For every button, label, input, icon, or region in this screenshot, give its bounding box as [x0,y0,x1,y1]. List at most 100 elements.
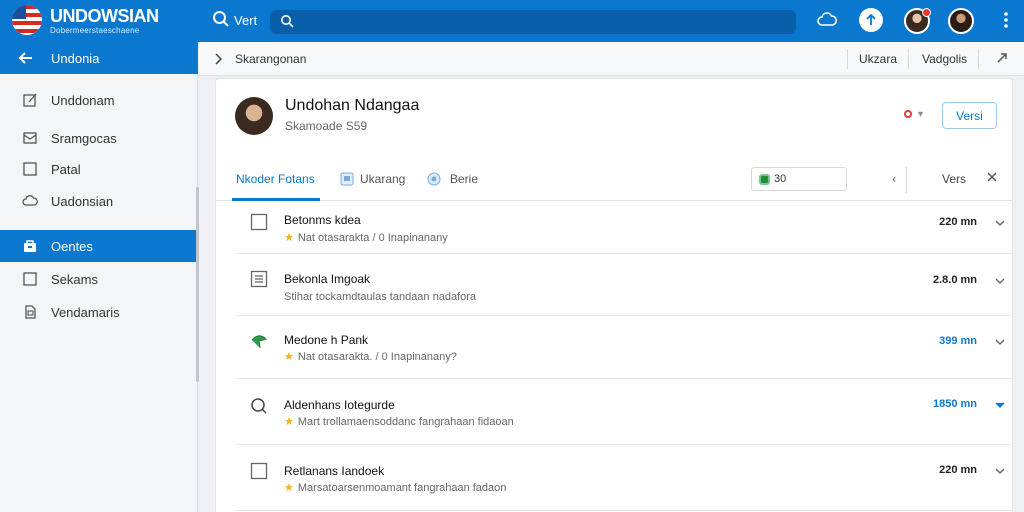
tab-vers[interactable]: Vers [942,172,966,186]
sidebar-header-label: Undonia [51,51,100,66]
list-item-value: 220 mn [939,464,977,476]
plant-icon [250,332,268,350]
list-item-title: Betonms kdea [284,213,361,227]
chevron-down-icon[interactable] [994,335,1006,353]
breadcrumb: Skarangonan Ukzara Vadgolis [199,42,1024,76]
sidebar-item-label: Oentes [51,239,93,254]
chevron-down-icon[interactable] [994,398,1006,416]
square-icon [22,161,38,177]
toolbar-action-ukzara[interactable]: Ukzara [859,52,897,66]
circle-icon [427,172,441,191]
chevron-left-icon[interactable]: ‹ [892,171,896,186]
sidebar-item-label: Vendamaris [51,305,120,320]
list-item-title: Bekonla Imgoak [284,272,371,286]
sidebar-item-unddonam[interactable]: Unddonam [0,84,198,116]
chevron-down-icon[interactable] [994,464,1006,482]
sidebar-item-oentes[interactable]: Oentes [0,230,198,262]
chevron-down-icon[interactable]: ▾ [918,109,923,120]
list-item-value: 399 mn [939,335,977,347]
divider [978,49,979,69]
list-item-title: Retlanans Iandoek [284,464,385,478]
list-icon [250,270,268,288]
close-icon[interactable] [986,170,998,188]
account-avatar[interactable] [948,8,974,34]
back-arrow-icon[interactable] [18,50,34,71]
checkbox-icon[interactable] [250,213,268,231]
record-icon[interactable] [904,110,912,118]
sidebar-item-sekams[interactable]: Sekams [0,263,198,295]
list-item[interactable]: Retlanans Iandoek ★ Marsatoarsenmoamant f… [236,445,1012,511]
tab-berie[interactable]: Berie [450,172,478,186]
sidebar-item-label: Patal [51,162,81,177]
chevron-down-icon[interactable] [994,274,1006,292]
profile-subtitle: Skamoade S59 [285,119,368,133]
cloud-icon [22,193,38,209]
search-scope-label[interactable]: Vert [234,13,257,28]
list-item-value: 1850 mn [932,398,977,410]
breadcrumb-current[interactable]: Skarangonan [235,52,306,66]
top-bar: UNDOWSIAN Dobermeerstaeschaene Vert [0,0,1024,42]
sidebar: Undonia Unddonam Sramgocas Patal Uadonsi… [0,42,199,512]
list-item-subtitle: Nat otasarakta / 0 Inapinanany [297,232,448,244]
list-item[interactable]: Betonms kdea ★ Nat otasarakta / 0 Inapina… [236,201,1012,254]
notification-badge [922,8,931,17]
chevron-down-icon[interactable] [994,216,1006,234]
profile-avatar [235,97,273,135]
list-item-subtitle: Nat otasarakta. / 0 Inapinanany? [297,351,457,363]
search-icon [280,14,294,33]
edit-icon [22,92,38,108]
filter-value: 30 [774,173,787,185]
version-button[interactable]: Versi [942,102,997,129]
sidebar-item-uadonsian[interactable]: Uadonsian [0,185,198,217]
checkbox-icon[interactable] [250,462,268,480]
list-item[interactable]: Bekonla Imgoak Stihar tockamdtaulas tand… [236,254,1012,316]
sidebar-scrollbar[interactable] [196,187,199,382]
tab-ukarang[interactable]: Ukarang [360,172,405,186]
list-item-subtitle: Stihar tockamdtaulas tandaan nadafora [284,291,477,303]
brand-name: UNDOWSIAN [50,6,159,26]
divider [847,49,848,69]
tab-nkoder-fotans[interactable]: Nkoder Fotans [236,172,315,186]
star-icon: ★ [284,232,294,244]
search-input[interactable] [270,10,796,34]
flag-logo-icon [12,5,42,35]
cloud-icon[interactable] [815,8,839,32]
list-item-subtitle: Mart trollamaensoddanc fangrahaan fidaoa… [297,416,514,428]
star-icon: ★ [284,416,294,428]
sidebar-item-label: Sekams [51,272,98,287]
tab-bar: Nkoder Fotans Ukarang Berie 30 ‹ Vers [216,161,1012,201]
sidebar-item-label: Unddonam [51,93,115,108]
more-options-icon[interactable] [994,8,1018,32]
square-icon [22,271,38,287]
main-card: Undohan Ndangaa Skamoade S59 ▾ Versi Nko… [215,78,1013,512]
star-icon: ★ [284,482,294,494]
divider [908,49,909,69]
list-item-title: Medone h Pank [284,333,369,347]
status-dot-icon [759,174,770,185]
mail-icon [22,130,38,146]
image-icon [340,172,354,191]
divider [906,167,907,193]
list-item[interactable]: Aldenhans Iotegurde ★ Mart trollamaensodd… [236,379,1012,445]
filter-field[interactable]: 30 [751,167,847,191]
bag-icon [22,238,38,254]
sidebar-header[interactable]: Undonia [0,42,198,74]
list-item-subtitle: Marsatoarsenmoamant fangrahaan fadaon [297,482,507,494]
sidebar-item-patal[interactable]: Patal [0,153,198,185]
sidebar-item-label: Uadonsian [51,194,114,209]
chevron-right-icon[interactable] [213,52,223,70]
search-icon[interactable] [212,10,230,33]
list-item[interactable]: Medone h Pank ★ Nat otasarakta. / 0 Inapi… [236,316,1012,379]
list-item-title: Aldenhans Iotegurde [284,398,395,412]
brand-tagline: Dobermeerstaeschaene [50,26,140,35]
toolbar-action-vadgolis[interactable]: Vadgolis [922,52,967,66]
expand-icon[interactable] [995,51,1009,70]
list-item-value: 220 mn [939,216,977,228]
document-icon [22,304,38,320]
upload-icon[interactable] [859,8,883,32]
profile-name: Undohan Ndangaa [285,97,420,114]
sidebar-item-vendamaris[interactable]: Vendamaris [0,296,198,328]
search-icon [250,397,268,415]
sidebar-item-sramgocas[interactable]: Sramgocas [0,122,198,154]
sidebar-item-label: Sramgocas [51,131,117,146]
